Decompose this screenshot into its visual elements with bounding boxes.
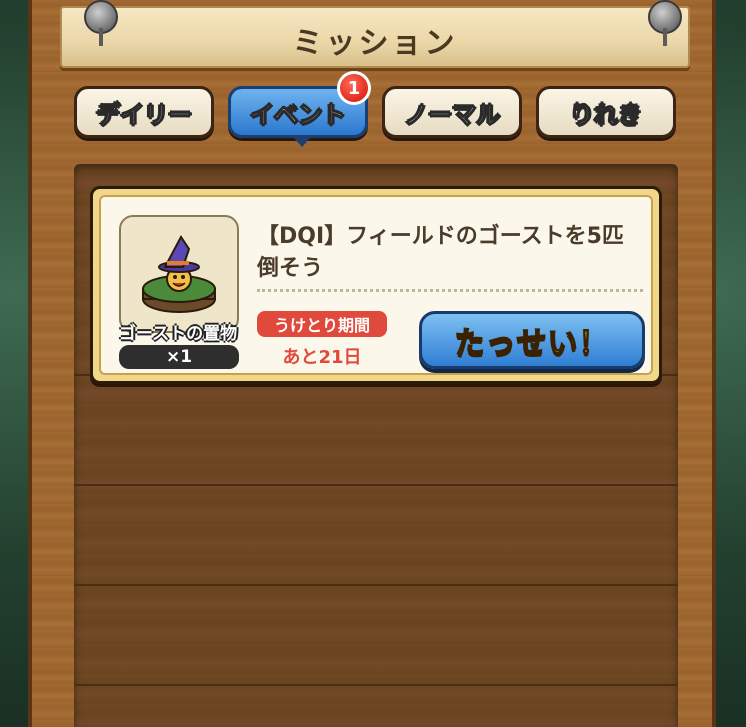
tab-event[interactable]: イベント 1 — [228, 71, 371, 147]
pin-left-icon — [84, 0, 118, 46]
tab-history[interactable]: りれき — [536, 86, 676, 138]
notification-badge: 1 — [337, 71, 371, 105]
plank-divider — [74, 684, 678, 686]
tab-event-label: イベント — [250, 100, 347, 129]
plank-divider — [74, 584, 678, 586]
reward-count: ×1 — [119, 345, 239, 369]
achieve-button[interactable]: たっせい！ — [419, 311, 645, 369]
tab-bar: デイリー イベント 1 ノーマル りれき — [74, 71, 678, 147]
period-value: あと21日 — [282, 347, 362, 368]
ghost-ornament-icon — [142, 235, 216, 313]
pin-right-icon — [648, 0, 682, 46]
period-label: うけとり期間 — [257, 311, 387, 337]
tab-normal[interactable]: ノーマル — [382, 86, 522, 138]
tab-history-label: りれき — [570, 100, 643, 129]
tab-daily[interactable]: デイリー — [74, 86, 214, 138]
mission-card: ゴーストの置物 ×1 【DQⅠ】フィールドのゴーストを5匹倒そう うけとり期間 … — [90, 186, 662, 384]
title-plank: ミッション — [60, 6, 690, 68]
mission-title: 【DQⅠ】フィールドのゴーストを5匹倒そう — [257, 224, 624, 281]
reward-name: ゴーストの置物 — [118, 324, 238, 344]
mission-card-inner: ゴーストの置物 ×1 【DQⅠ】フィールドのゴーストを5匹倒そう うけとり期間 … — [99, 195, 653, 375]
plank-divider — [74, 484, 678, 486]
page-title: ミッション — [292, 26, 458, 61]
tab-daily-label: デイリー — [96, 100, 193, 129]
reward-item-icon — [119, 215, 239, 333]
dotted-divider — [257, 289, 643, 292]
tab-normal-label: ノーマル — [404, 100, 501, 129]
